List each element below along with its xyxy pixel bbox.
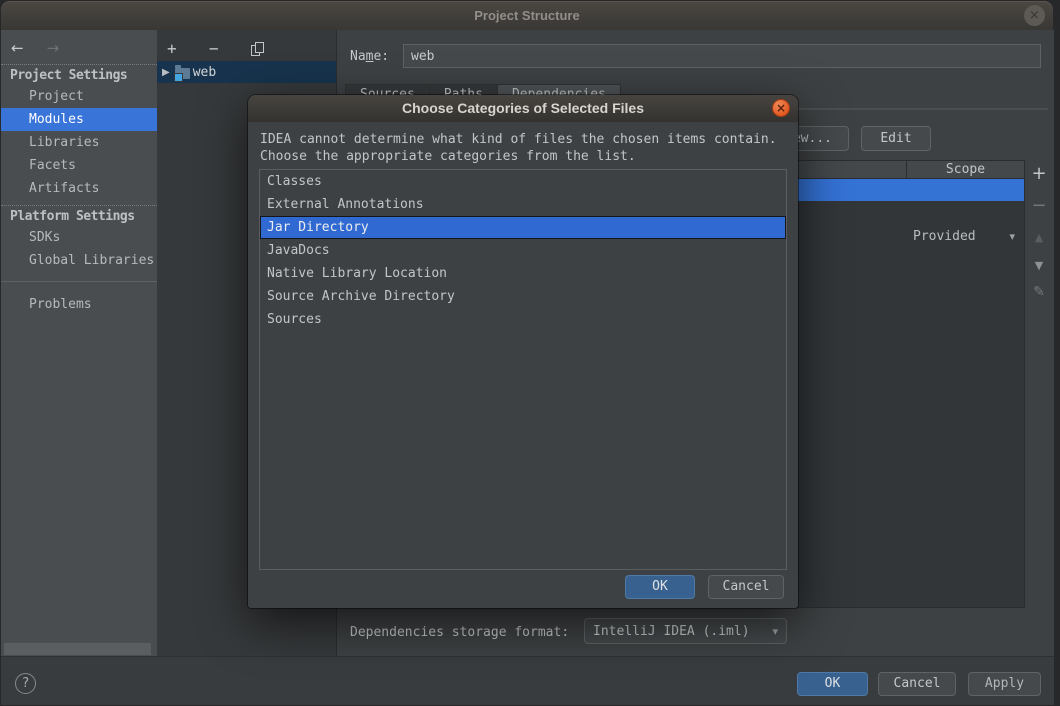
choose-categories-dialog: Choose Categories of Selected Files × ID… xyxy=(248,95,798,608)
scope-combobox[interactable]: Provided ▾ xyxy=(907,223,1021,249)
sidebar-divider xyxy=(1,281,157,282)
move-down-icon[interactable]: ▼ xyxy=(1035,259,1043,272)
add-module-icon[interactable]: + xyxy=(167,42,177,56)
remove-dependency-icon[interactable]: − xyxy=(1031,195,1046,216)
dialog-ok-button[interactable]: OK xyxy=(625,575,695,599)
storage-format-value: IntelliJ IDEA (.iml) xyxy=(593,624,750,639)
sidebar-item-sdks[interactable]: SDKs xyxy=(1,226,157,249)
ok-button[interactable]: OK xyxy=(797,672,868,696)
sidebar-item-problems[interactable]: Problems xyxy=(1,293,157,316)
module-icon xyxy=(175,68,190,79)
list-item-javadocs[interactable]: JavaDocs xyxy=(260,239,786,262)
scope-value: Provided xyxy=(913,229,976,244)
horizontal-scrollbar[interactable] xyxy=(4,643,151,655)
window-title: Project Structure xyxy=(1,1,1053,30)
dialog-message: IDEA cannot determine what kind of files… xyxy=(248,122,798,165)
move-up-icon[interactable]: ▲ xyxy=(1035,231,1043,244)
add-dependency-icon[interactable]: + xyxy=(1031,163,1046,184)
section-header-project-settings: Project Settings xyxy=(1,64,157,85)
table-header-scope-column: Scope xyxy=(906,161,1024,178)
remove-module-icon[interactable]: − xyxy=(209,42,219,56)
name-label: Name: xyxy=(350,49,389,64)
chevron-down-icon: ▾ xyxy=(772,625,778,638)
forward-icon: → xyxy=(47,39,60,57)
expand-arrow-icon[interactable]: ▶ xyxy=(162,67,170,78)
sidebar-item-facets[interactable]: Facets xyxy=(1,154,157,177)
category-list: Classes External Annotations Jar Directo… xyxy=(259,169,787,570)
cancel-button[interactable]: Cancel xyxy=(878,672,956,696)
edit-button[interactable]: Edit xyxy=(861,126,931,151)
sidebar-item-global-libraries[interactable]: Global Libraries xyxy=(1,249,157,272)
apply-button[interactable]: Apply xyxy=(968,672,1041,696)
settings-sidebar: ← → Project Settings Project Modules Lib… xyxy=(1,30,157,656)
module-tree-toolbar: + − xyxy=(157,30,336,56)
tree-row-web[interactable]: ▶ web xyxy=(157,61,336,83)
dialog-titlebar[interactable]: Choose Categories of Selected Files × xyxy=(248,95,798,122)
sidebar-item-project[interactable]: Project xyxy=(1,85,157,108)
dialog-title: Choose Categories of Selected Files xyxy=(248,95,798,122)
back-icon[interactable]: ← xyxy=(11,39,24,57)
copy-module-icon[interactable] xyxy=(251,42,263,56)
window-titlebar[interactable]: Project Structure × xyxy=(1,1,1053,30)
list-item-native-library-location[interactable]: Native Library Location xyxy=(260,262,786,285)
sidebar-item-libraries[interactable]: Libraries xyxy=(1,131,157,154)
list-item-classes[interactable]: Classes xyxy=(260,170,786,193)
dependencies-side-toolbar: + − ▲ ▼ ✎ xyxy=(1026,160,1052,608)
dialog-footer: OK Cancel xyxy=(625,575,784,599)
window-close-icon[interactable]: × xyxy=(1024,5,1045,26)
list-item-source-archive-directory[interactable]: Source Archive Directory xyxy=(260,285,786,308)
dialog-button-bar: ? OK Cancel Apply xyxy=(1,656,1054,705)
dialog-cancel-button[interactable]: Cancel xyxy=(708,575,784,599)
module-name-input[interactable] xyxy=(403,44,1041,68)
dialog-message-line2: Choose the appropriate categories from t… xyxy=(260,148,798,165)
section-header-platform-settings: Platform Settings xyxy=(1,205,157,226)
list-item-jar-directory[interactable]: Jar Directory xyxy=(260,216,786,239)
chevron-down-icon: ▾ xyxy=(1009,230,1015,243)
help-icon[interactable]: ? xyxy=(15,673,36,694)
storage-format-label: Dependencies storage format: xyxy=(350,625,569,640)
sidebar-item-artifacts[interactable]: Artifacts xyxy=(1,177,157,200)
list-item-external-annotations[interactable]: External Annotations xyxy=(260,193,786,216)
storage-format-combobox[interactable]: IntelliJ IDEA (.iml) ▾ xyxy=(584,618,787,644)
list-item-sources[interactable]: Sources xyxy=(260,308,786,331)
edit-pencil-icon[interactable]: ✎ xyxy=(1033,284,1045,300)
dialog-close-icon[interactable]: × xyxy=(772,99,790,117)
history-nav: ← → xyxy=(1,30,157,59)
dialog-message-line1: IDEA cannot determine what kind of files… xyxy=(260,131,798,148)
sidebar-item-modules[interactable]: Modules xyxy=(1,108,157,131)
module-node-label: web xyxy=(193,65,216,80)
